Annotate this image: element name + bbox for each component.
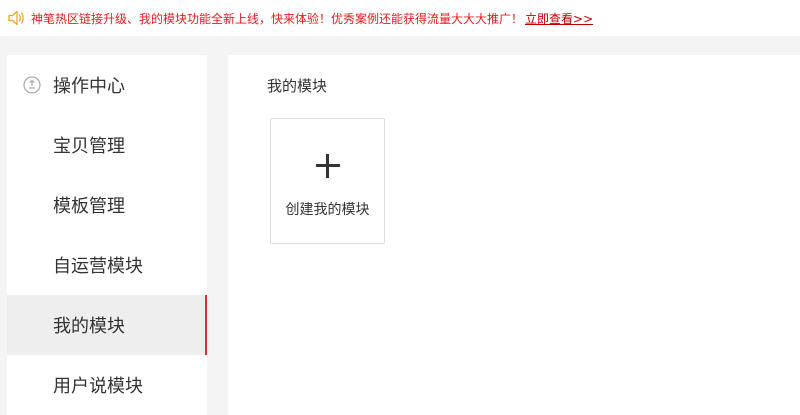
notice-text: 神笔热区链接升级、我的模块功能全新上线，快来体验！优秀案例还能获得流量大大大推广… (31, 11, 524, 26)
sidebar-item-label: 我的模块 (53, 316, 125, 337)
create-module-button[interactable]: 创建我的模块 (270, 118, 385, 244)
sidebar-item-product-management[interactable]: 宝贝管理 (7, 115, 207, 175)
page-title: 我的模块 (267, 77, 328, 95)
plus-icon (316, 154, 340, 178)
create-module-label: 创建我的模块 (285, 202, 370, 218)
operation-center-icon (23, 76, 41, 94)
sidebar-item-label: 操作中心 (53, 76, 125, 97)
sidebar-item-my-modules[interactable]: 我的模块 (7, 295, 207, 355)
speaker-icon (8, 10, 24, 26)
sidebar-item-operation-center[interactable]: 操作中心 (7, 55, 207, 115)
sidebar-item-template-management[interactable]: 模板管理 (7, 175, 207, 235)
sidebar-item-user-says-module[interactable]: 用户说模块 (7, 355, 207, 415)
view-now-link[interactable]: 立即查看>> (525, 10, 593, 27)
sidebar-item-self-operated-module[interactable]: 自运营模块 (7, 235, 207, 295)
sidebar-item-label: 自运营模块 (53, 256, 143, 277)
sidebar-item-label: 模板管理 (53, 196, 125, 217)
main-content: 我的模块 创建我的模块 (228, 55, 800, 415)
notice-bar: 神笔热区链接升级、我的模块功能全新上线，快来体验！优秀案例还能获得流量大大大推广… (0, 0, 800, 36)
sidebar-item-label: 用户说模块 (53, 376, 143, 397)
sidebar: 操作中心 宝贝管理 模板管理 自运营模块 我的模块 用户说模块 (7, 55, 207, 415)
sidebar-item-label: 宝贝管理 (53, 136, 125, 157)
